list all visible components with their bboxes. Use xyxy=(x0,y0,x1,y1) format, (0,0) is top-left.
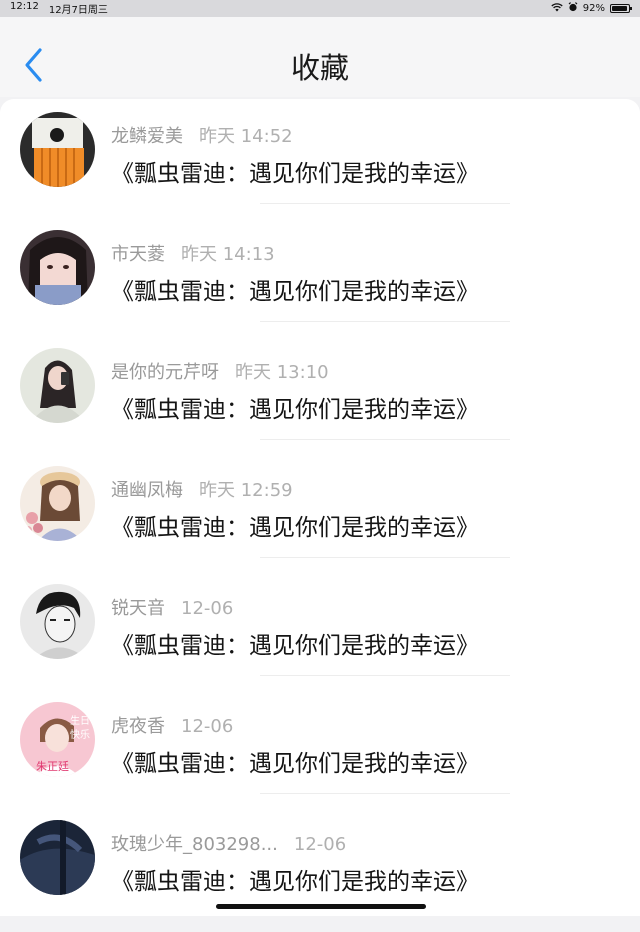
divider xyxy=(260,439,510,440)
avatar[interactable] xyxy=(20,584,95,659)
battery-percent: 92% xyxy=(582,3,605,14)
divider xyxy=(260,557,510,558)
alarm-icon xyxy=(568,2,578,15)
item-username: 是你的元芹呀 xyxy=(111,362,219,383)
avatar[interactable] xyxy=(20,466,95,541)
divider xyxy=(260,675,510,676)
item-time: 12-06 xyxy=(181,716,234,737)
item-title: 《瓢虫雷迪：遇见你们是我的幸运》 xyxy=(111,161,479,187)
avatar-text: 快乐 xyxy=(70,729,90,741)
avatar[interactable] xyxy=(20,230,95,305)
item-time: 昨天 14:13 xyxy=(181,244,275,265)
divider xyxy=(260,203,510,204)
avatar-text: 朱正廷 xyxy=(36,760,69,773)
item-title: 《瓢虫雷迪：遇见你们是我的幸运》 xyxy=(111,397,479,423)
page-title: 收藏 xyxy=(290,51,349,85)
list-item[interactable]: 市天菱 昨天 14:13 《瓢虫雷迪：遇见你们是我的幸运》 xyxy=(0,224,640,342)
divider xyxy=(260,793,510,794)
wifi-icon xyxy=(551,2,563,15)
item-title: 《瓢虫雷迪：遇见你们是我的幸运》 xyxy=(111,751,479,777)
favorites-list: 龙鳞爱美 昨天 14:52 《瓢虫雷迪：遇见你们是我的幸运》 市天菱 昨天 14:1… xyxy=(0,99,640,916)
item-title: 《瓢虫雷迪：遇见你们是我的幸运》 xyxy=(111,515,479,541)
item-username: 通幽凤梅 xyxy=(111,480,183,501)
avatar[interactable] xyxy=(20,112,95,187)
item-time: 昨天 13:10 xyxy=(235,362,329,383)
list-item[interactable]: 生日快乐朱正廷 虎夜香 12-06 《瓢虫雷迪：遇见你们是我的幸运》 xyxy=(0,696,640,814)
item-time: 12-06 xyxy=(293,834,347,855)
status-bar: 12:12 12月7日周三 92% xyxy=(0,0,640,17)
home-indicator xyxy=(216,904,426,909)
item-username: 虎夜香 xyxy=(111,716,165,737)
list-item[interactable]: 龙鳞爱美 昨天 14:52 《瓢虫雷迪：遇见你们是我的幸运》 xyxy=(0,106,640,224)
status-date: 12月7日周三 xyxy=(48,5,108,16)
item-username: 锐天音 xyxy=(111,598,165,619)
divider xyxy=(260,321,510,322)
navigation-bar: 收藏 xyxy=(0,17,640,97)
item-username: 市天菱 xyxy=(111,244,165,265)
item-title: 《瓢虫雷迪：遇见你们是我的幸运》 xyxy=(111,279,479,305)
avatar[interactable] xyxy=(20,820,95,895)
list-item[interactable]: 玫瑰少年_803298... 12-06 《瓢虫雷迪：遇见你们是我的幸运》 xyxy=(0,814,640,932)
status-time: 12:12 xyxy=(10,1,39,12)
item-username: 玫瑰少年_803298... xyxy=(111,834,278,855)
list-item[interactable]: 通幽凤梅 昨天 12:59 《瓢虫雷迪：遇见你们是我的幸运》 xyxy=(0,460,640,578)
battery-icon xyxy=(610,4,632,13)
item-time: 12-06 xyxy=(181,598,234,619)
list-item[interactable]: 锐天音 12-06 《瓢虫雷迪：遇见你们是我的幸运》 xyxy=(0,578,640,696)
avatar-text: 生日 xyxy=(70,714,90,727)
item-title: 《瓢虫雷迪：遇见你们是我的幸运》 xyxy=(111,869,479,895)
item-title: 《瓢虫雷迪：遇见你们是我的幸运》 xyxy=(111,633,479,659)
item-username: 龙鳞爱美 xyxy=(111,126,183,147)
list-item[interactable]: 是你的元芹呀 昨天 13:10 《瓢虫雷迪：遇见你们是我的幸运》 xyxy=(0,342,640,460)
item-time: 昨天 12:59 xyxy=(199,480,293,501)
avatar[interactable]: 生日快乐朱正廷 xyxy=(20,702,95,777)
avatar[interactable] xyxy=(20,348,95,423)
item-time: 昨天 14:52 xyxy=(199,126,293,147)
